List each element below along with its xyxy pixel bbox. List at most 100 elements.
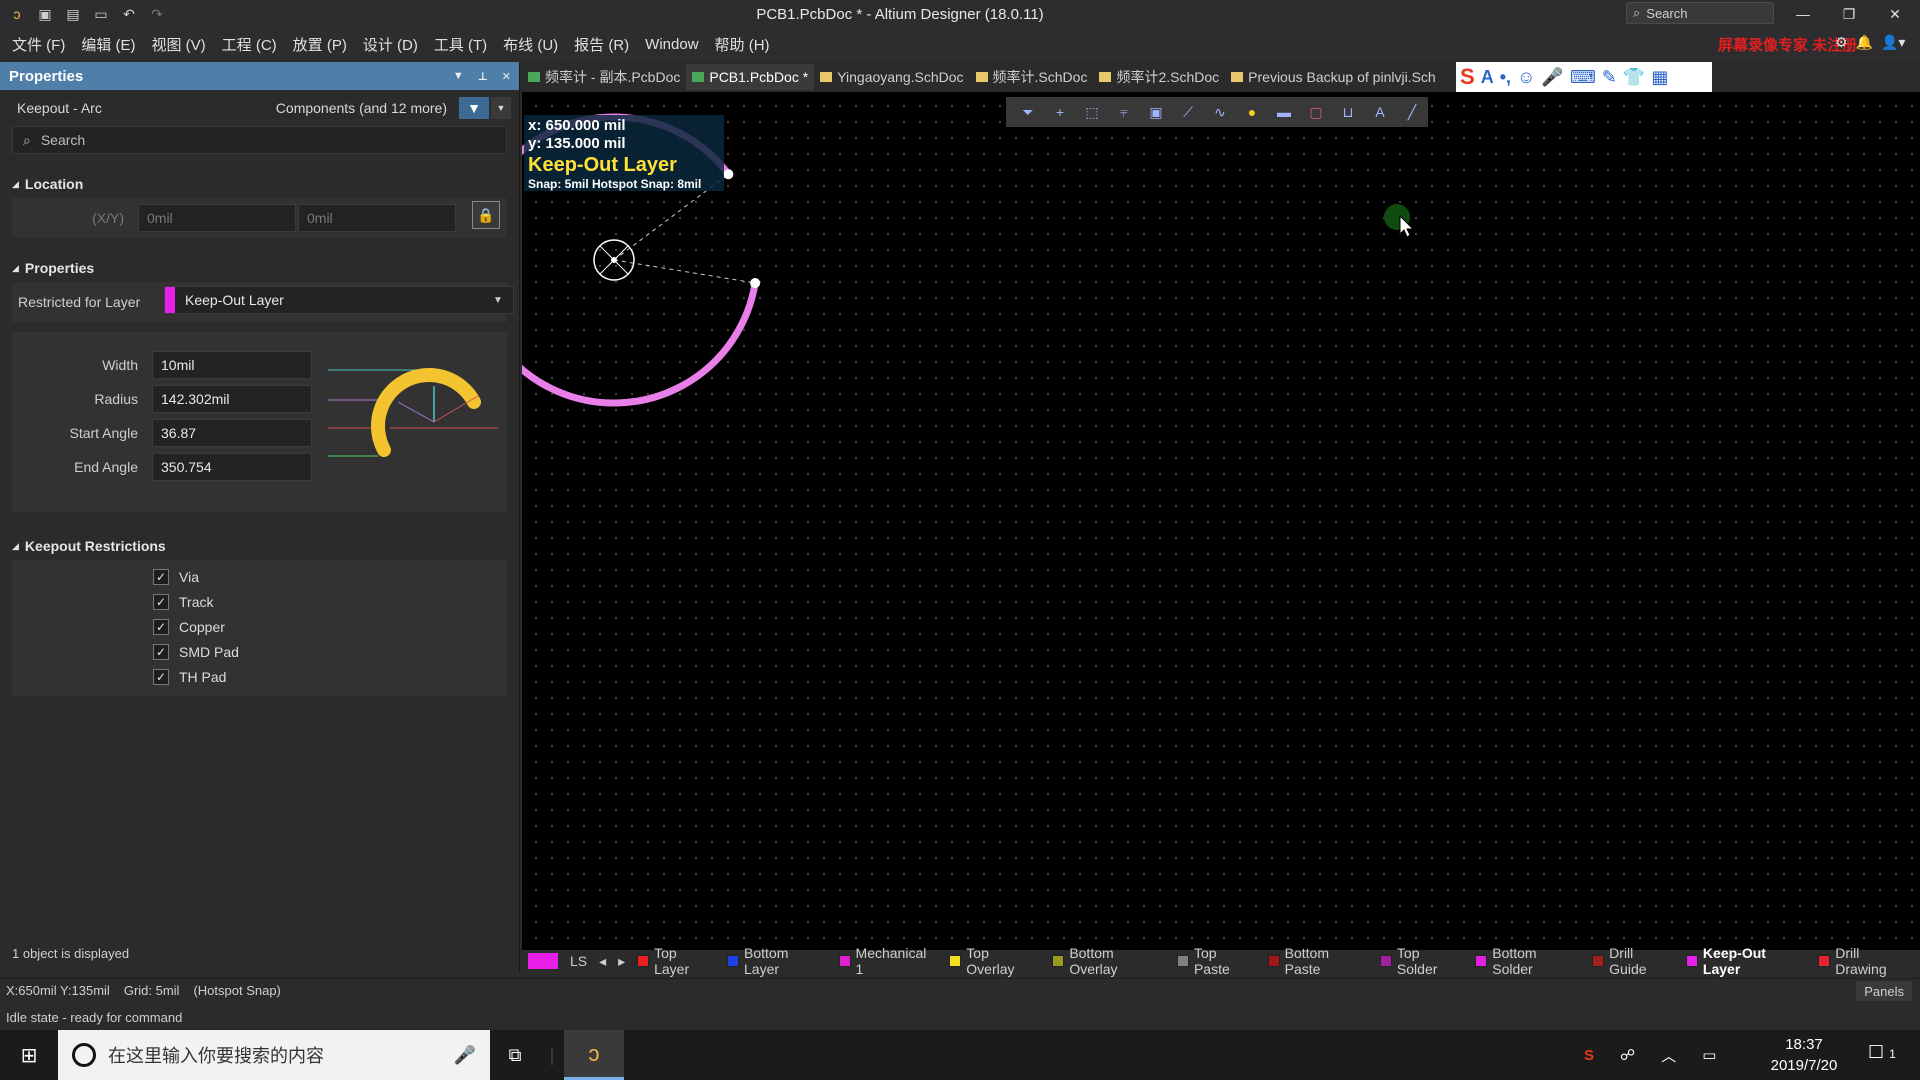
layer-dropdown[interactable]: Keep-Out Layer ▼	[164, 286, 514, 314]
keepout-icon[interactable]: ▢	[1304, 100, 1328, 124]
layer-scroll-right[interactable]: ▸	[612, 950, 631, 972]
altium-taskbar-app-icon[interactable]: ↄ	[564, 1030, 624, 1080]
diff-pair-icon[interactable]: ∿	[1208, 100, 1232, 124]
smd-pad-checkbox-row[interactable]: ✓ SMD Pad	[12, 639, 507, 664]
layer-tab-bottom-paste[interactable]: Bottom Paste	[1262, 945, 1374, 977]
layer-set-button[interactable]: LS	[564, 950, 593, 972]
ime-chinese-mode-icon[interactable]: A	[1481, 67, 1494, 88]
people-icon[interactable]: ☍	[1620, 1046, 1635, 1064]
layer-tab-keep-out-layer[interactable]: Keep-Out Layer	[1680, 945, 1812, 977]
via-checkbox-row[interactable]: ✓ Via	[12, 564, 507, 589]
task-view-icon[interactable]: ⧉	[490, 1045, 540, 1066]
x-field[interactable]: 0mil	[138, 204, 296, 232]
route-icon[interactable]: ⟋	[1176, 100, 1200, 124]
tab-previous-backup[interactable]: Previous Backup of pinlvji.Sch	[1225, 64, 1442, 90]
restore-button[interactable]: ❐	[1826, 0, 1872, 28]
polygon-icon[interactable]: ▬	[1272, 100, 1296, 124]
properties-section-header[interactable]: ◢ Properties	[0, 254, 519, 282]
menu-tools[interactable]: 工具 (T)	[426, 34, 495, 55]
arc-start-handle[interactable]	[723, 169, 734, 180]
keepout-section-header[interactable]: ◢ Keepout Restrictions	[0, 532, 519, 560]
text-icon[interactable]: A	[1368, 100, 1392, 124]
layer-tab-top-layer[interactable]: Top Layer	[631, 945, 721, 977]
layer-tab-drill-drawing[interactable]: Drill Drawing	[1812, 945, 1920, 977]
checkbox-checked-icon[interactable]: ✓	[153, 643, 169, 660]
menu-place[interactable]: 放置 (P)	[285, 34, 355, 55]
tab-pinlvji2-sch[interactable]: 频率计2.SchDoc	[1093, 64, 1225, 90]
bell-icon[interactable]: 🔔	[1856, 34, 1873, 51]
ime-punctuation-icon[interactable]: •,	[1500, 67, 1511, 88]
add-cross-icon[interactable]: +	[1048, 100, 1072, 124]
component-icon[interactable]: ▣	[1144, 100, 1168, 124]
battery-icon[interactable]: ▭	[1702, 1046, 1716, 1064]
dimension-icon[interactable]: ⊔	[1336, 100, 1360, 124]
ime-voice-icon[interactable]: 🎤	[1541, 67, 1563, 88]
filter-dropdown[interactable]: ▼	[491, 97, 511, 119]
layer-tab-top-paste[interactable]: Top Paste	[1171, 945, 1262, 977]
layer-tab-top-solder[interactable]: Top Solder	[1374, 945, 1469, 977]
taskbar-search-box[interactable]: 在这里输入你要搜索的内容 🎤	[58, 1030, 490, 1080]
microphone-icon[interactable]: 🎤	[454, 1045, 476, 1066]
tab-pcb1[interactable]: PCB1.PcbDoc *	[686, 64, 815, 90]
pin-icon[interactable]: ⊥	[478, 70, 488, 83]
copper-checkbox-row[interactable]: ✓ Copper	[12, 614, 507, 639]
menu-window[interactable]: Window	[637, 36, 706, 53]
ime-menu-icon[interactable]: ▦	[1651, 67, 1668, 88]
panel-search-input[interactable]: ⌕ Search	[12, 126, 507, 154]
checkbox-checked-icon[interactable]: ✓	[153, 568, 169, 585]
track-checkbox-row[interactable]: ✓ Track	[12, 589, 507, 614]
layer-scroll-left[interactable]: ◂	[593, 950, 612, 972]
menu-reports[interactable]: 报告 (R)	[566, 34, 637, 55]
select-rect-icon[interactable]: ⬚	[1080, 100, 1104, 124]
arc-end-handle[interactable]	[750, 277, 761, 288]
checkbox-checked-icon[interactable]: ✓	[153, 618, 169, 635]
lock-button[interactable]: 🔒	[472, 201, 500, 229]
checkbox-checked-icon[interactable]: ✓	[153, 593, 169, 610]
layer-tab-top-overlay[interactable]: Top Overlay	[943, 945, 1046, 977]
pad-icon[interactable]: ●	[1240, 100, 1264, 124]
panel-menu-icon[interactable]: ▼	[453, 70, 464, 83]
ime-tools-icon[interactable]: ✎	[1602, 67, 1617, 88]
layer-tab-mechanical-1[interactable]: Mechanical 1	[833, 945, 944, 977]
minimize-button[interactable]: —	[1780, 0, 1826, 28]
close-button[interactable]: ✕	[1872, 0, 1918, 28]
arc-center-icon[interactable]	[593, 239, 635, 281]
selection-scope[interactable]: Components (and 12 more)	[276, 100, 447, 116]
end-angle-field[interactable]: 350.754	[152, 453, 312, 481]
width-field[interactable]: 10mil	[152, 351, 312, 379]
menu-help[interactable]: 帮助 (H)	[707, 34, 778, 55]
filter-button[interactable]: ▼	[459, 97, 489, 119]
menu-project[interactable]: 工程 (C)	[214, 34, 285, 55]
th-pad-checkbox-row[interactable]: ✓ TH Pad	[12, 664, 507, 689]
panel-close-icon[interactable]: ✕	[502, 70, 511, 83]
layer-tab-drill-guide[interactable]: Drill Guide	[1586, 945, 1680, 977]
windows-start-icon[interactable]: ⊞	[0, 1030, 58, 1080]
notification-icon[interactable]: ☐ 1	[1868, 1042, 1896, 1063]
ime-keyboard-icon[interactable]: ⌨	[1570, 67, 1596, 88]
location-section-header[interactable]: ◢ Location	[0, 170, 519, 198]
taskbar-clock[interactable]: 18:37 2019/7/20	[1764, 1034, 1844, 1076]
panels-button[interactable]: Panels	[1856, 981, 1912, 1001]
menu-design[interactable]: 设计 (D)	[355, 34, 426, 55]
layer-tab-bottom-solder[interactable]: Bottom Solder	[1469, 945, 1586, 977]
tab-pinlvji-sch[interactable]: 频率计.SchDoc	[970, 64, 1094, 90]
current-layer-swatch[interactable]	[522, 950, 564, 972]
layer-tab-bottom-overlay[interactable]: Bottom Overlay	[1046, 945, 1171, 977]
chevron-up-icon[interactable]: ︿	[1661, 1045, 1676, 1066]
sogou-logo-icon[interactable]: S	[1460, 64, 1475, 90]
tab-yingaoyang[interactable]: Yingaoyang.SchDoc	[814, 64, 969, 90]
menu-file[interactable]: 文件 (F)	[4, 34, 73, 55]
ime-emoji-icon[interactable]: ☺	[1517, 67, 1535, 88]
pcb-canvas[interactable]	[522, 92, 1920, 950]
radius-field[interactable]: 142.302mil	[152, 385, 312, 413]
ime-skin-icon[interactable]: 👕	[1623, 67, 1645, 88]
start-angle-field[interactable]: 36.87	[152, 419, 312, 447]
gear-icon[interactable]: ⚙	[1835, 34, 1848, 51]
y-field[interactable]: 0mil	[298, 204, 456, 232]
layer-tab-bottom-layer[interactable]: Bottom Layer	[721, 945, 833, 977]
menu-route[interactable]: 布线 (U)	[495, 34, 566, 55]
user-icon[interactable]: 👤▾	[1881, 34, 1905, 51]
filter-icon[interactable]: ⏷	[1016, 100, 1040, 124]
tab-pcb-copy[interactable]: 频率计 - 副本.PcbDoc	[522, 64, 686, 90]
menu-view[interactable]: 视图 (V)	[144, 34, 214, 55]
